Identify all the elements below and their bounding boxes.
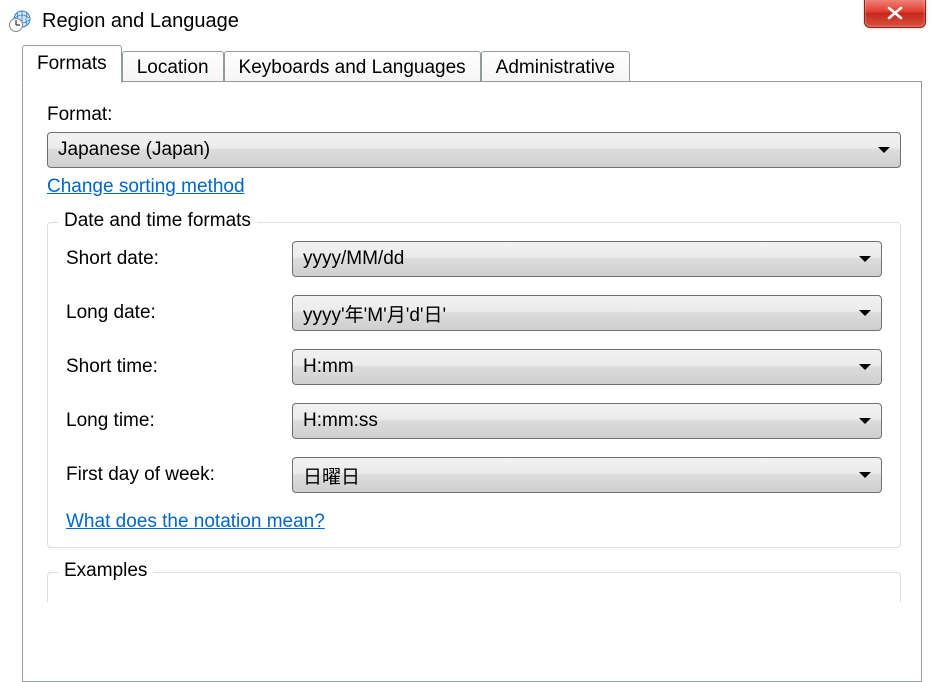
tab-location[interactable]: Location <box>122 51 224 84</box>
short-time-value: H:mm <box>303 356 354 378</box>
tab-label: Administrative <box>496 57 615 78</box>
tab-label: Keyboards and Languages <box>239 57 466 78</box>
long-date-value: yyyy'年'M'月'd'日' <box>303 300 446 327</box>
tab-administrative[interactable]: Administrative <box>481 51 630 84</box>
long-time-combo[interactable]: H:mm:ss <box>292 403 882 439</box>
titlebar: Region and Language <box>0 0 932 42</box>
close-button[interactable] <box>864 0 926 28</box>
chevron-down-icon <box>878 147 890 153</box>
chevron-down-icon <box>859 364 871 370</box>
datetime-legend: Date and time formats <box>58 210 257 232</box>
tab-keyboards-languages[interactable]: Keyboards and Languages <box>224 51 481 84</box>
first-day-value: 日曜日 <box>303 462 360 489</box>
tab-label: Formats <box>37 53 107 74</box>
format-combo[interactable]: Japanese (Japan) <box>47 132 901 168</box>
long-date-row: Long date: yyyy'年'M'月'd'日' <box>66 295 882 331</box>
long-date-combo[interactable]: yyyy'年'M'月'd'日' <box>292 295 882 331</box>
format-label: Format: <box>47 104 901 126</box>
short-time-combo[interactable]: H:mm <box>292 349 882 385</box>
region-language-window: Region and Language Formats Location Key… <box>0 0 932 682</box>
tabstrip: Formats Location Keyboards and Languages… <box>0 42 932 82</box>
long-time-row: Long time: H:mm:ss <box>66 403 882 439</box>
short-time-label: Short time: <box>66 356 292 378</box>
long-date-label: Long date: <box>66 302 292 324</box>
tab-body-formats: Format: Japanese (Japan) Change sorting … <box>22 82 922 682</box>
chevron-down-icon <box>859 256 871 262</box>
examples-fieldset: Examples <box>47 572 901 602</box>
chevron-down-icon <box>859 418 871 424</box>
long-time-value: H:mm:ss <box>303 410 378 432</box>
first-day-row: First day of week: 日曜日 <box>66 457 882 493</box>
first-day-label: First day of week: <box>66 464 292 486</box>
short-date-value: yyyy/MM/dd <box>303 248 404 270</box>
window-title: Region and Language <box>42 10 239 33</box>
examples-legend: Examples <box>58 560 153 582</box>
change-sorting-link[interactable]: Change sorting method <box>47 176 245 198</box>
first-day-combo[interactable]: 日曜日 <box>292 457 882 493</box>
format-value: Japanese (Japan) <box>58 139 210 161</box>
chevron-down-icon <box>859 472 871 478</box>
short-date-label: Short date: <box>66 248 292 270</box>
chevron-down-icon <box>859 310 871 316</box>
close-icon <box>886 6 904 20</box>
short-date-combo[interactable]: yyyy/MM/dd <box>292 241 882 277</box>
long-time-label: Long time: <box>66 410 292 432</box>
tab-formats[interactable]: Formats <box>22 45 122 83</box>
tab-label: Location <box>137 57 209 78</box>
short-time-row: Short time: H:mm <box>66 349 882 385</box>
datetime-fieldset: Date and time formats Short date: yyyy/M… <box>47 222 901 548</box>
short-date-row: Short date: yyyy/MM/dd <box>66 241 882 277</box>
globe-clock-icon <box>8 9 32 33</box>
notation-link[interactable]: What does the notation mean? <box>66 511 325 533</box>
